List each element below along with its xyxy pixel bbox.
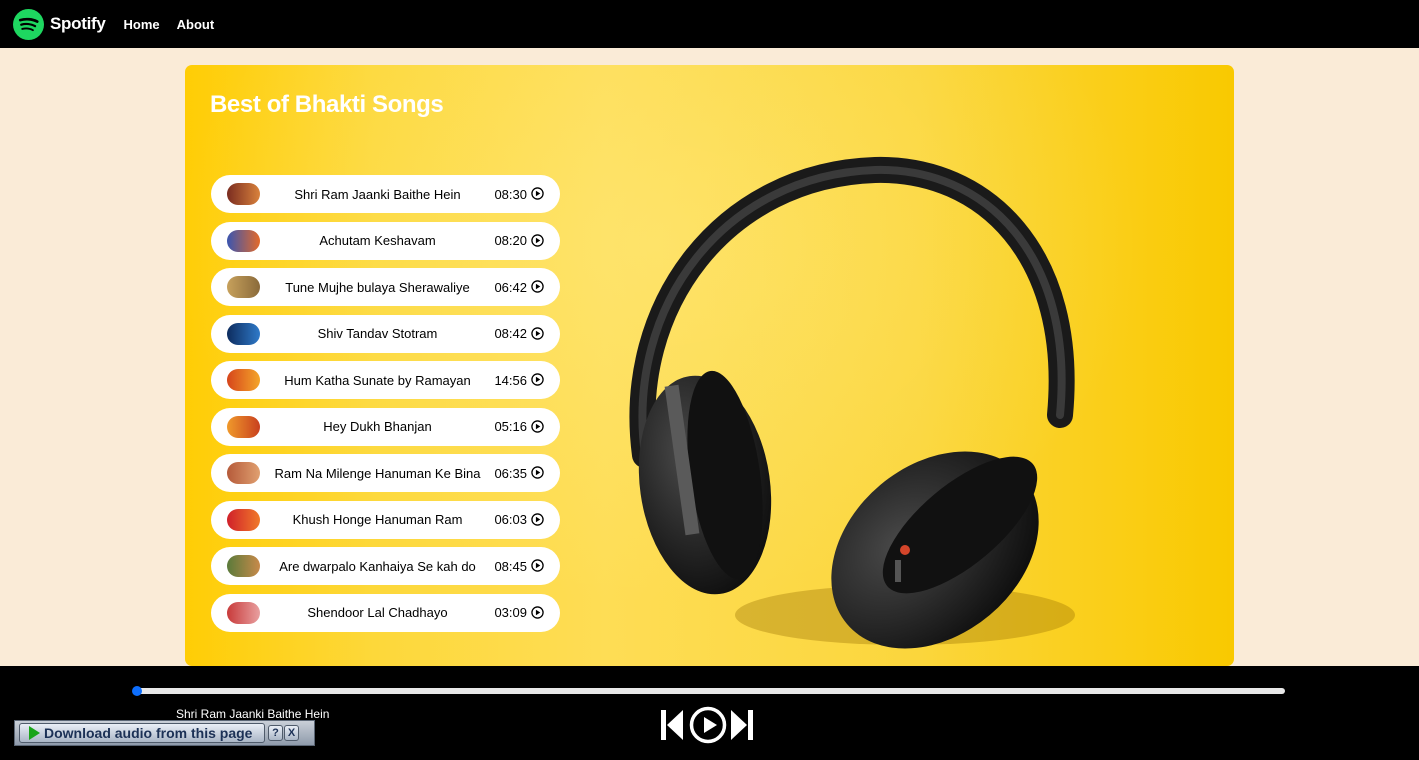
- playback-controls: [660, 706, 754, 744]
- play-icon[interactable]: [689, 706, 727, 744]
- song-item[interactable]: Tune Mujhe bulaya Sherawaliye 06:42: [211, 268, 560, 306]
- song-duration: 06:42: [494, 279, 527, 295]
- song-name: Hey Dukh Bhanjan: [323, 419, 432, 434]
- download-play-icon: [29, 726, 40, 740]
- playlist-title: Best of Bhakti Songs: [210, 91, 444, 118]
- spotify-logo-icon: [13, 8, 44, 40]
- song-duration: 06:35: [494, 465, 527, 481]
- next-icon[interactable]: [730, 709, 754, 741]
- now-playing-title: Shri Ram Jaanki Baithe Hein: [176, 707, 330, 721]
- song-duration: 08:45: [494, 558, 527, 574]
- song-name: Shri Ram Jaanki Baithe Hein: [294, 186, 461, 202]
- song-name: Shendoor Lal Chadhayo: [307, 605, 448, 620]
- song-item[interactable]: Shendoor Lal Chadhayo 03:09: [211, 593, 560, 632]
- song-thumbnail: [227, 369, 260, 391]
- song-thumbnail: [227, 276, 260, 298]
- navbar: Spotify Home About: [0, 0, 1419, 48]
- song-thumbnail: [227, 229, 260, 252]
- song-duration: 08:20: [494, 233, 527, 248]
- song-thumbnail: [227, 601, 260, 624]
- play-circle-icon[interactable]: [531, 559, 544, 572]
- nav-link-home[interactable]: Home: [124, 17, 160, 32]
- progress-knob[interactable]: [132, 686, 142, 696]
- song-duration: 08:30: [494, 186, 527, 202]
- play-circle-icon[interactable]: [531, 419, 544, 433]
- progress-bar[interactable]: [132, 686, 1285, 696]
- song-item[interactable]: Shri Ram Jaanki Baithe Hein 08:30: [211, 175, 560, 213]
- song-item[interactable]: Achutam Keshavam 08:20: [211, 221, 560, 260]
- song-thumbnail: [227, 555, 260, 577]
- play-circle-icon[interactable]: [531, 373, 544, 386]
- song-duration: 06:03: [494, 512, 527, 527]
- play-circle-icon[interactable]: [531, 326, 544, 340]
- song-list: Shri Ram Jaanki Baithe Hein 08:30 Achutam …: [211, 175, 560, 640]
- song-item[interactable]: Ram Na Milenge Hanuman Ke Bina 06:35: [211, 454, 560, 492]
- play-circle-icon[interactable]: [531, 605, 544, 619]
- headphones-image: [629, 156, 1075, 649]
- song-name: Hum Katha Sunate by Ramayan: [284, 372, 471, 388]
- nav-link-about[interactable]: About: [177, 17, 215, 32]
- song-duration: 14:56: [494, 372, 527, 388]
- song-name: Khush Honge Hanuman Ram: [292, 512, 463, 527]
- play-circle-icon[interactable]: [531, 233, 544, 247]
- song-item[interactable]: Hey Dukh Bhanjan 05:16: [211, 407, 560, 446]
- download-close-button[interactable]: X: [284, 725, 299, 741]
- song-name: Achutam Keshavam: [319, 233, 436, 248]
- song-thumbnail: [227, 183, 260, 205]
- song-item[interactable]: Hum Katha Sunate by Ramayan 14:56: [211, 361, 560, 399]
- download-audio-label: Download audio from this page: [44, 725, 253, 741]
- song-name: Ram Na Milenge Hanuman Ke Bina: [274, 465, 481, 481]
- song-name: Shiv Tandav Stotram: [317, 326, 438, 341]
- song-name: Are dwarpalo Kanhaiya Se kah do: [279, 558, 476, 574]
- song-duration: 05:16: [494, 419, 527, 434]
- song-thumbnail: [227, 462, 260, 484]
- download-help-button[interactable]: ?: [268, 725, 283, 741]
- song-duration: 08:42: [494, 326, 527, 341]
- song-item[interactable]: Are dwarpalo Kanhaiya Se kah do 08:45: [211, 547, 560, 585]
- play-circle-icon[interactable]: [531, 280, 544, 293]
- song-thumbnail: [227, 508, 260, 531]
- playlist-container: Best of Bhakti Songs Shri Ram Jaanki Bai…: [185, 65, 1234, 666]
- song-name: Tune Mujhe bulaya Sherawaliye: [285, 279, 470, 295]
- play-circle-icon[interactable]: [531, 512, 544, 526]
- brand-logo[interactable]: Spotify: [13, 8, 106, 40]
- brand-name: Spotify: [50, 14, 106, 33]
- song-item[interactable]: Shiv Tandav Stotram 08:42: [211, 314, 560, 353]
- download-audio-widget: Download audio from this page ? X: [14, 720, 315, 746]
- download-audio-button[interactable]: Download audio from this page: [19, 723, 265, 743]
- song-duration: 03:09: [494, 605, 527, 620]
- song-thumbnail: [227, 415, 260, 438]
- song-thumbnail: [227, 322, 260, 345]
- play-circle-icon[interactable]: [531, 187, 544, 200]
- previous-icon[interactable]: [660, 709, 684, 741]
- song-item[interactable]: Khush Honge Hanuman Ram 06:03: [211, 500, 560, 539]
- play-circle-icon[interactable]: [531, 466, 544, 479]
